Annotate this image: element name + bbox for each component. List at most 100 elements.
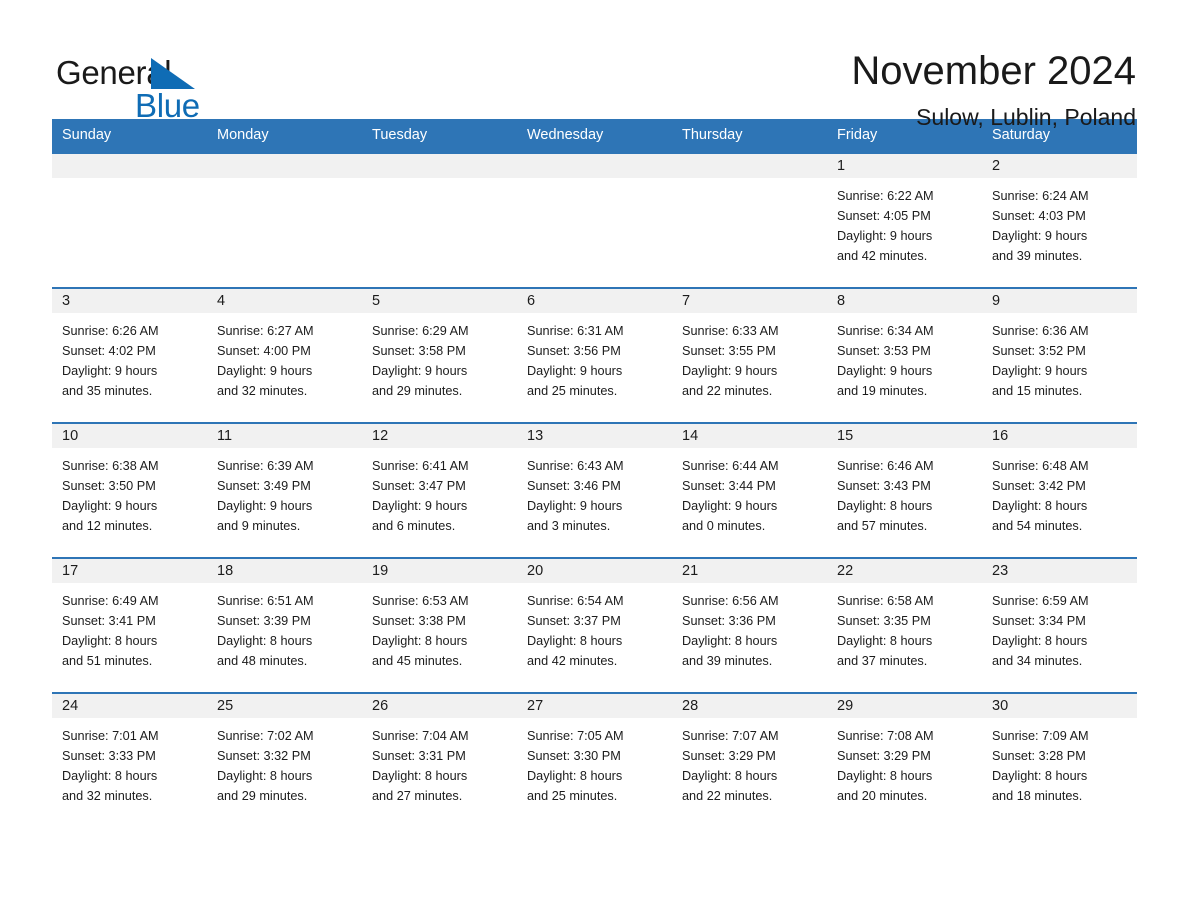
day-details: Sunrise: 7:05 AM Sunset: 3:30 PM Daylight:… — [517, 718, 672, 806]
day-details: Sunrise: 6:43 AM Sunset: 3:46 PM Daylight:… — [517, 448, 672, 536]
day-number: 26 — [362, 694, 517, 718]
sunset-text: Sunset: 3:41 PM — [62, 614, 156, 628]
calendar-day-cell[interactable]: 11 Sunrise: 6:39 AM Sunset: 3:49 PM Dayligh… — [207, 422, 362, 558]
day-number — [517, 154, 672, 178]
day-number: 3 — [52, 289, 207, 313]
daylight-text-line1: Daylight: 8 hours — [62, 634, 158, 648]
calendar-day-cell[interactable]: 24 Sunrise: 7:01 AM Sunset: 3:33 PM Dayligh… — [52, 692, 207, 828]
weekday-header-sunday: Sunday — [52, 119, 207, 153]
weekday-header-wednesday: Wednesday — [517, 119, 672, 153]
calendar-day-cell[interactable]: 29 Sunrise: 7:08 AM Sunset: 3:29 PM Dayligh… — [827, 692, 982, 828]
day-details: Sunrise: 6:34 AM Sunset: 3:53 PM Daylight:… — [827, 313, 982, 401]
calendar-day-cell[interactable]: 22 Sunrise: 6:58 AM Sunset: 3:35 PM Dayligh… — [827, 557, 982, 693]
sunset-text: Sunset: 3:53 PM — [837, 344, 931, 358]
day-details: Sunrise: 6:46 AM Sunset: 3:43 PM Daylight:… — [827, 448, 982, 536]
day-number: 4 — [207, 289, 362, 313]
calendar-day-cell[interactable]: 8 Sunrise: 6:34 AM Sunset: 3:53 PM Daylight… — [827, 287, 982, 423]
sunrise-text: Sunrise: 6:59 AM — [992, 594, 1089, 608]
sunrise-text: Sunrise: 6:26 AM — [62, 324, 159, 338]
calendar-day-cell[interactable]: 6 Sunrise: 6:31 AM Sunset: 3:56 PM Daylight… — [517, 287, 672, 423]
day-number: 10 — [52, 424, 207, 448]
day-number: 12 — [362, 424, 517, 448]
calendar-day-cell[interactable]: 13 Sunrise: 6:43 AM Sunset: 3:46 PM Dayligh… — [517, 422, 672, 558]
sunset-text: Sunset: 3:42 PM — [992, 479, 1086, 493]
sunrise-text: Sunrise: 6:56 AM — [682, 594, 779, 608]
calendar-day-cell[interactable]: 14 Sunrise: 6:44 AM Sunset: 3:44 PM Dayligh… — [672, 422, 827, 558]
day-details: Sunrise: 6:58 AM Sunset: 3:35 PM Daylight:… — [827, 583, 982, 671]
calendar-day-cell[interactable]: 30 Sunrise: 7:09 AM Sunset: 3:28 PM Dayligh… — [982, 692, 1137, 828]
calendar-day-cell[interactable]: 10 Sunrise: 6:38 AM Sunset: 3:50 PM Dayligh… — [52, 422, 207, 558]
sunset-text: Sunset: 3:38 PM — [372, 614, 466, 628]
sunset-text: Sunset: 3:36 PM — [682, 614, 776, 628]
daylight-text-line1: Daylight: 9 hours — [62, 364, 158, 378]
day-number — [207, 154, 362, 178]
day-number: 11 — [207, 424, 362, 448]
sunrise-text: Sunrise: 7:05 AM — [527, 729, 624, 743]
calendar-day-cell[interactable]: 15 Sunrise: 6:46 AM Sunset: 3:43 PM Dayligh… — [827, 422, 982, 558]
sunrise-text: Sunrise: 6:46 AM — [837, 459, 934, 473]
daylight-text-line2: and 3 minutes. — [527, 519, 611, 533]
day-details: Sunrise: 7:01 AM Sunset: 3:33 PM Daylight:… — [52, 718, 207, 806]
calendar-day-cell[interactable]: 9 Sunrise: 6:36 AM Sunset: 3:52 PM Daylight… — [982, 287, 1137, 423]
daylight-text-line1: Daylight: 8 hours — [682, 769, 778, 783]
sunset-text: Sunset: 3:29 PM — [682, 749, 776, 763]
day-number — [52, 154, 207, 178]
page-header: General Blue November 2024 Sulow, Lublin… — [0, 0, 1188, 129]
sunrise-text: Sunrise: 6:36 AM — [992, 324, 1089, 338]
calendar-day-cell[interactable]: 19 Sunrise: 6:53 AM Sunset: 3:38 PM Dayligh… — [362, 557, 517, 693]
day-number: 24 — [52, 694, 207, 718]
sunset-text: Sunset: 3:43 PM — [837, 479, 931, 493]
day-number: 22 — [827, 559, 982, 583]
daylight-text-line1: Daylight: 8 hours — [837, 499, 933, 513]
daylight-text-line2: and 57 minutes. — [837, 519, 928, 533]
calendar-day-cell-empty — [52, 152, 207, 288]
sunset-text: Sunset: 3:47 PM — [372, 479, 466, 493]
calendar-day-cell-empty — [517, 152, 672, 288]
calendar-day-cell[interactable]: 1 Sunrise: 6:22 AM Sunset: 4:05 PM Daylight… — [827, 152, 982, 288]
calendar-day-cell[interactable]: 16 Sunrise: 6:48 AM Sunset: 3:42 PM Dayligh… — [982, 422, 1137, 558]
calendar-day-cell[interactable]: 26 Sunrise: 7:04 AM Sunset: 3:31 PM Dayligh… — [362, 692, 517, 828]
daylight-text-line1: Daylight: 9 hours — [217, 499, 313, 513]
daylight-text-line1: Daylight: 9 hours — [62, 499, 158, 513]
calendar-day-cell[interactable]: 27 Sunrise: 7:05 AM Sunset: 3:30 PM Dayligh… — [517, 692, 672, 828]
calendar-day-cell[interactable]: 25 Sunrise: 7:02 AM Sunset: 3:32 PM Dayligh… — [207, 692, 362, 828]
daylight-text-line1: Daylight: 9 hours — [837, 364, 933, 378]
calendar-day-cell[interactable]: 20 Sunrise: 6:54 AM Sunset: 3:37 PM Dayligh… — [517, 557, 672, 693]
calendar-day-cell[interactable]: 23 Sunrise: 6:59 AM Sunset: 3:34 PM Dayligh… — [982, 557, 1137, 693]
daylight-text-line1: Daylight: 8 hours — [372, 634, 468, 648]
sunrise-text: Sunrise: 6:58 AM — [837, 594, 934, 608]
daylight-text-line2: and 34 minutes. — [992, 654, 1083, 668]
calendar-day-cell-empty — [207, 152, 362, 288]
sunrise-text: Sunrise: 6:48 AM — [992, 459, 1089, 473]
calendar-day-cell[interactable]: 28 Sunrise: 7:07 AM Sunset: 3:29 PM Dayligh… — [672, 692, 827, 828]
calendar-day-cell[interactable]: 7 Sunrise: 6:33 AM Sunset: 3:55 PM Daylight… — [672, 287, 827, 423]
daylight-text-line1: Daylight: 9 hours — [217, 364, 313, 378]
day-details: Sunrise: 6:22 AM Sunset: 4:05 PM Daylight:… — [827, 178, 982, 266]
daylight-text-line1: Daylight: 8 hours — [372, 769, 468, 783]
daylight-text-line2: and 19 minutes. — [837, 384, 928, 398]
calendar-day-cell[interactable]: 4 Sunrise: 6:27 AM Sunset: 4:00 PM Daylight… — [207, 287, 362, 423]
calendar-day-cell[interactable]: 5 Sunrise: 6:29 AM Sunset: 3:58 PM Daylight… — [362, 287, 517, 423]
day-number: 7 — [672, 289, 827, 313]
generalblue-logo[interactable]: General Blue — [56, 48, 286, 122]
calendar-day-cell[interactable]: 18 Sunrise: 6:51 AM Sunset: 3:39 PM Dayligh… — [207, 557, 362, 693]
sunset-text: Sunset: 4:00 PM — [217, 344, 311, 358]
calendar-week-row: 1 Sunrise: 6:22 AM Sunset: 4:05 PM Daylight… — [52, 152, 1137, 288]
day-number: 14 — [672, 424, 827, 448]
day-number: 21 — [672, 559, 827, 583]
day-number: 1 — [827, 154, 982, 178]
daylight-text-line2: and 54 minutes. — [992, 519, 1083, 533]
sunset-text: Sunset: 3:29 PM — [837, 749, 931, 763]
calendar-day-cell[interactable]: 12 Sunrise: 6:41 AM Sunset: 3:47 PM Dayligh… — [362, 422, 517, 558]
calendar-day-cell[interactable]: 3 Sunrise: 6:26 AM Sunset: 4:02 PM Daylight… — [52, 287, 207, 423]
daylight-text-line1: Daylight: 8 hours — [217, 769, 313, 783]
weekday-header-monday: Monday — [207, 119, 362, 153]
sunrise-text: Sunrise: 7:01 AM — [62, 729, 159, 743]
calendar-day-cell[interactable]: 21 Sunrise: 6:56 AM Sunset: 3:36 PM Dayligh… — [672, 557, 827, 693]
daylight-text-line2: and 45 minutes. — [372, 654, 463, 668]
calendar-day-cell[interactable]: 2 Sunrise: 6:24 AM Sunset: 4:03 PM Daylight… — [982, 152, 1137, 288]
sunset-text: Sunset: 3:37 PM — [527, 614, 621, 628]
day-number: 2 — [982, 154, 1137, 178]
sunrise-text: Sunrise: 6:38 AM — [62, 459, 159, 473]
calendar-day-cell[interactable]: 17 Sunrise: 6:49 AM Sunset: 3:41 PM Dayligh… — [52, 557, 207, 693]
